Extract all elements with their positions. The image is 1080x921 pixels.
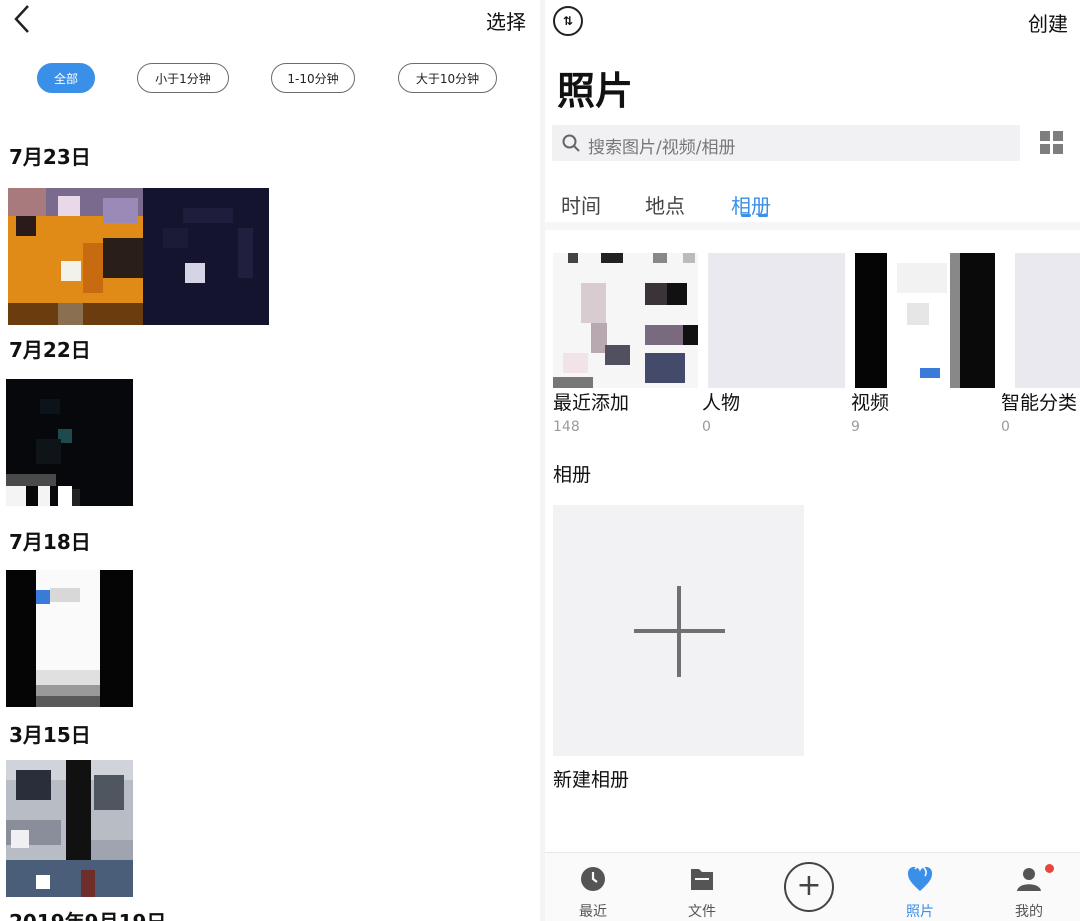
new-album-button[interactable] xyxy=(553,505,804,756)
album-name: 人物 xyxy=(702,392,741,414)
new-album-label: 新建相册 xyxy=(553,769,630,791)
nav-recent[interactable]: 最近 xyxy=(552,853,632,921)
user-icon xyxy=(1017,868,1041,891)
video-thumbnail[interactable] xyxy=(6,570,133,707)
date-header: 7月23日 xyxy=(9,145,91,169)
bottom-nav: 最近 文件 + 照片 我的 xyxy=(545,852,1080,921)
date-header: 2019年9月19日 xyxy=(9,906,166,921)
folder-icon xyxy=(691,869,713,890)
sort-icon[interactable]: ⇅ xyxy=(553,6,583,36)
notification-badge xyxy=(1045,864,1054,873)
album-cover-recent[interactable] xyxy=(553,253,698,388)
filter-chip-over-10min[interactable]: 大于10分钟 xyxy=(398,63,497,93)
album-name: 最近添加 xyxy=(553,392,630,414)
video-thumbnail[interactable] xyxy=(143,188,269,325)
tab-time[interactable]: 时间 xyxy=(561,190,601,219)
album-name: 智能分类 xyxy=(1001,392,1078,414)
search-input[interactable]: 搜索图片/视频/相册 xyxy=(552,125,1020,161)
page-title: 照片 xyxy=(557,69,634,113)
tab-places[interactable]: 地点 xyxy=(645,190,685,219)
search-placeholder: 搜索图片/视频/相册 xyxy=(588,138,736,158)
album-cover-videos[interactable] xyxy=(855,253,995,388)
tab-indicator xyxy=(741,214,768,217)
video-thumbnail[interactable] xyxy=(8,188,143,325)
album-count: 0 xyxy=(702,419,711,435)
filter-chip-all[interactable]: 全部 xyxy=(37,63,95,93)
date-header: 3月15日 xyxy=(9,723,91,747)
video-list-screen: 选择 全部 小于1分钟 1-10分钟 大于10分钟 7月23日 7月22日 7月… xyxy=(0,0,540,921)
add-icon[interactable]: + xyxy=(784,862,834,912)
album-count: 0 xyxy=(1001,419,1010,435)
nav-label: 最近 xyxy=(579,904,607,920)
create-button[interactable]: 创建 xyxy=(1028,8,1068,37)
date-header: 7月18日 xyxy=(9,530,91,554)
video-thumbnail[interactable] xyxy=(6,379,133,506)
nav-label: 我的 xyxy=(1015,904,1043,920)
album-name: 视频 xyxy=(851,392,890,414)
search-icon xyxy=(562,134,580,152)
nav-label: 照片 xyxy=(906,904,934,920)
section-separator xyxy=(545,222,1080,230)
nav-profile[interactable]: 我的 xyxy=(988,853,1068,921)
date-header: 7月22日 xyxy=(9,338,91,362)
photos-icon xyxy=(907,866,933,891)
album-cover-smart[interactable] xyxy=(1005,253,1080,388)
filter-chip-under-1min[interactable]: 小于1分钟 xyxy=(137,63,229,93)
clock-icon xyxy=(581,867,605,891)
chevron-left-icon[interactable] xyxy=(8,2,38,36)
select-button[interactable]: 选择 xyxy=(486,6,526,35)
album-count: 9 xyxy=(851,419,860,435)
video-thumbnail[interactable] xyxy=(6,760,133,897)
nav-label: 文件 xyxy=(688,904,716,920)
photos-screen: ⇅ 创建 照片 搜索图片/视频/相册 时间 地点 相册 最近添加 人物 视频 智… xyxy=(545,0,1080,921)
nav-files[interactable]: 文件 xyxy=(661,853,741,921)
nav-photos[interactable]: 照片 xyxy=(879,853,959,921)
album-count: 148 xyxy=(553,419,580,435)
albums-section-label: 相册 xyxy=(553,464,592,486)
grid-icon[interactable] xyxy=(1040,131,1064,155)
filter-chip-1-10min[interactable]: 1-10分钟 xyxy=(271,63,355,93)
album-cover-people[interactable] xyxy=(708,253,845,388)
